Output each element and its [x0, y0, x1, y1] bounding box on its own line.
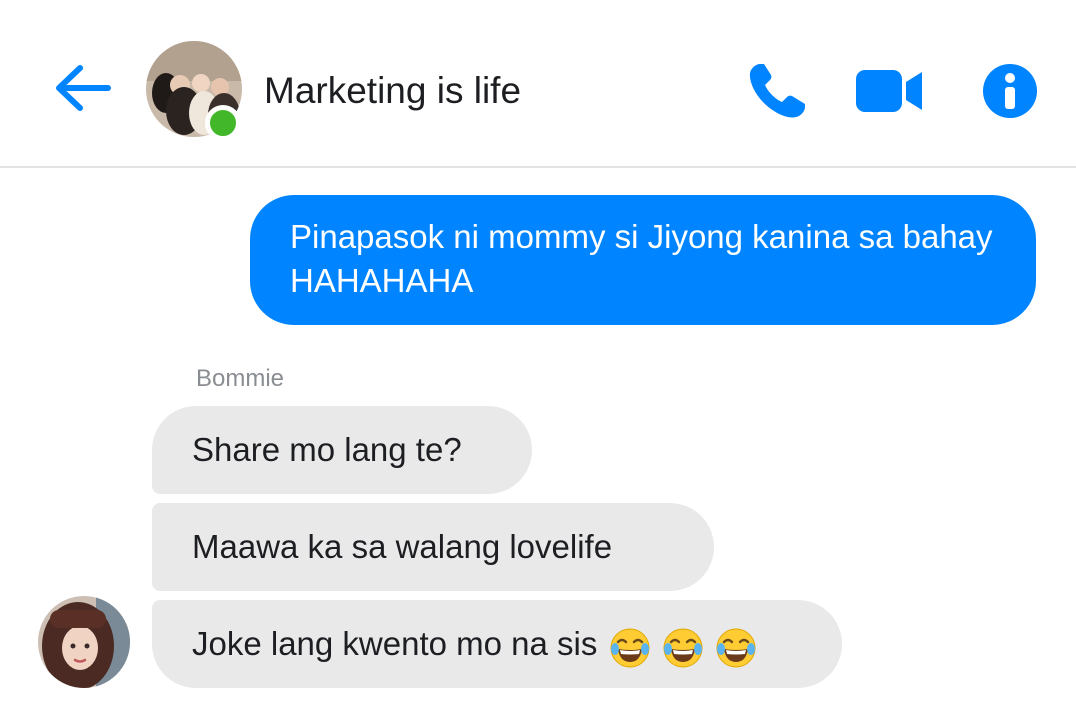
video-call-button[interactable] — [855, 66, 925, 116]
voice-call-button[interactable] — [746, 60, 808, 122]
incoming-message[interactable]: Share mo lang te? — [152, 406, 532, 494]
header-divider — [0, 166, 1076, 168]
info-icon — [983, 64, 1037, 118]
incoming-message[interactable]: Maawa ka sa walang lovelife — [152, 503, 714, 591]
conversation-info-button[interactable] — [982, 63, 1038, 119]
chat-header: Marketing is life — [0, 0, 1076, 166]
face-with-tears-of-joy-icon — [663, 628, 703, 668]
arrow-left-icon — [56, 65, 111, 111]
face-with-tears-of-joy-icon — [716, 628, 756, 668]
message-text: Joke lang kwento mo na sis — [192, 625, 598, 662]
face-with-tears-of-joy-icon — [610, 628, 650, 668]
sender-name: Bommie — [196, 365, 285, 392]
online-status-indicator — [205, 105, 241, 141]
incoming-message[interactable]: Joke lang kwento mo na sis — [152, 600, 842, 688]
emoji-group — [607, 624, 757, 669]
outgoing-message[interactable]: Pinapasok ni mommy si Jiyong kanina sa b… — [250, 195, 1036, 325]
conversation-title[interactable]: Marketing is life — [264, 70, 521, 112]
video-camera-icon — [856, 70, 922, 112]
sender-avatar[interactable] — [38, 596, 130, 688]
sender-photo — [38, 596, 130, 688]
phone-icon — [749, 64, 805, 118]
back-button[interactable] — [50, 60, 112, 116]
